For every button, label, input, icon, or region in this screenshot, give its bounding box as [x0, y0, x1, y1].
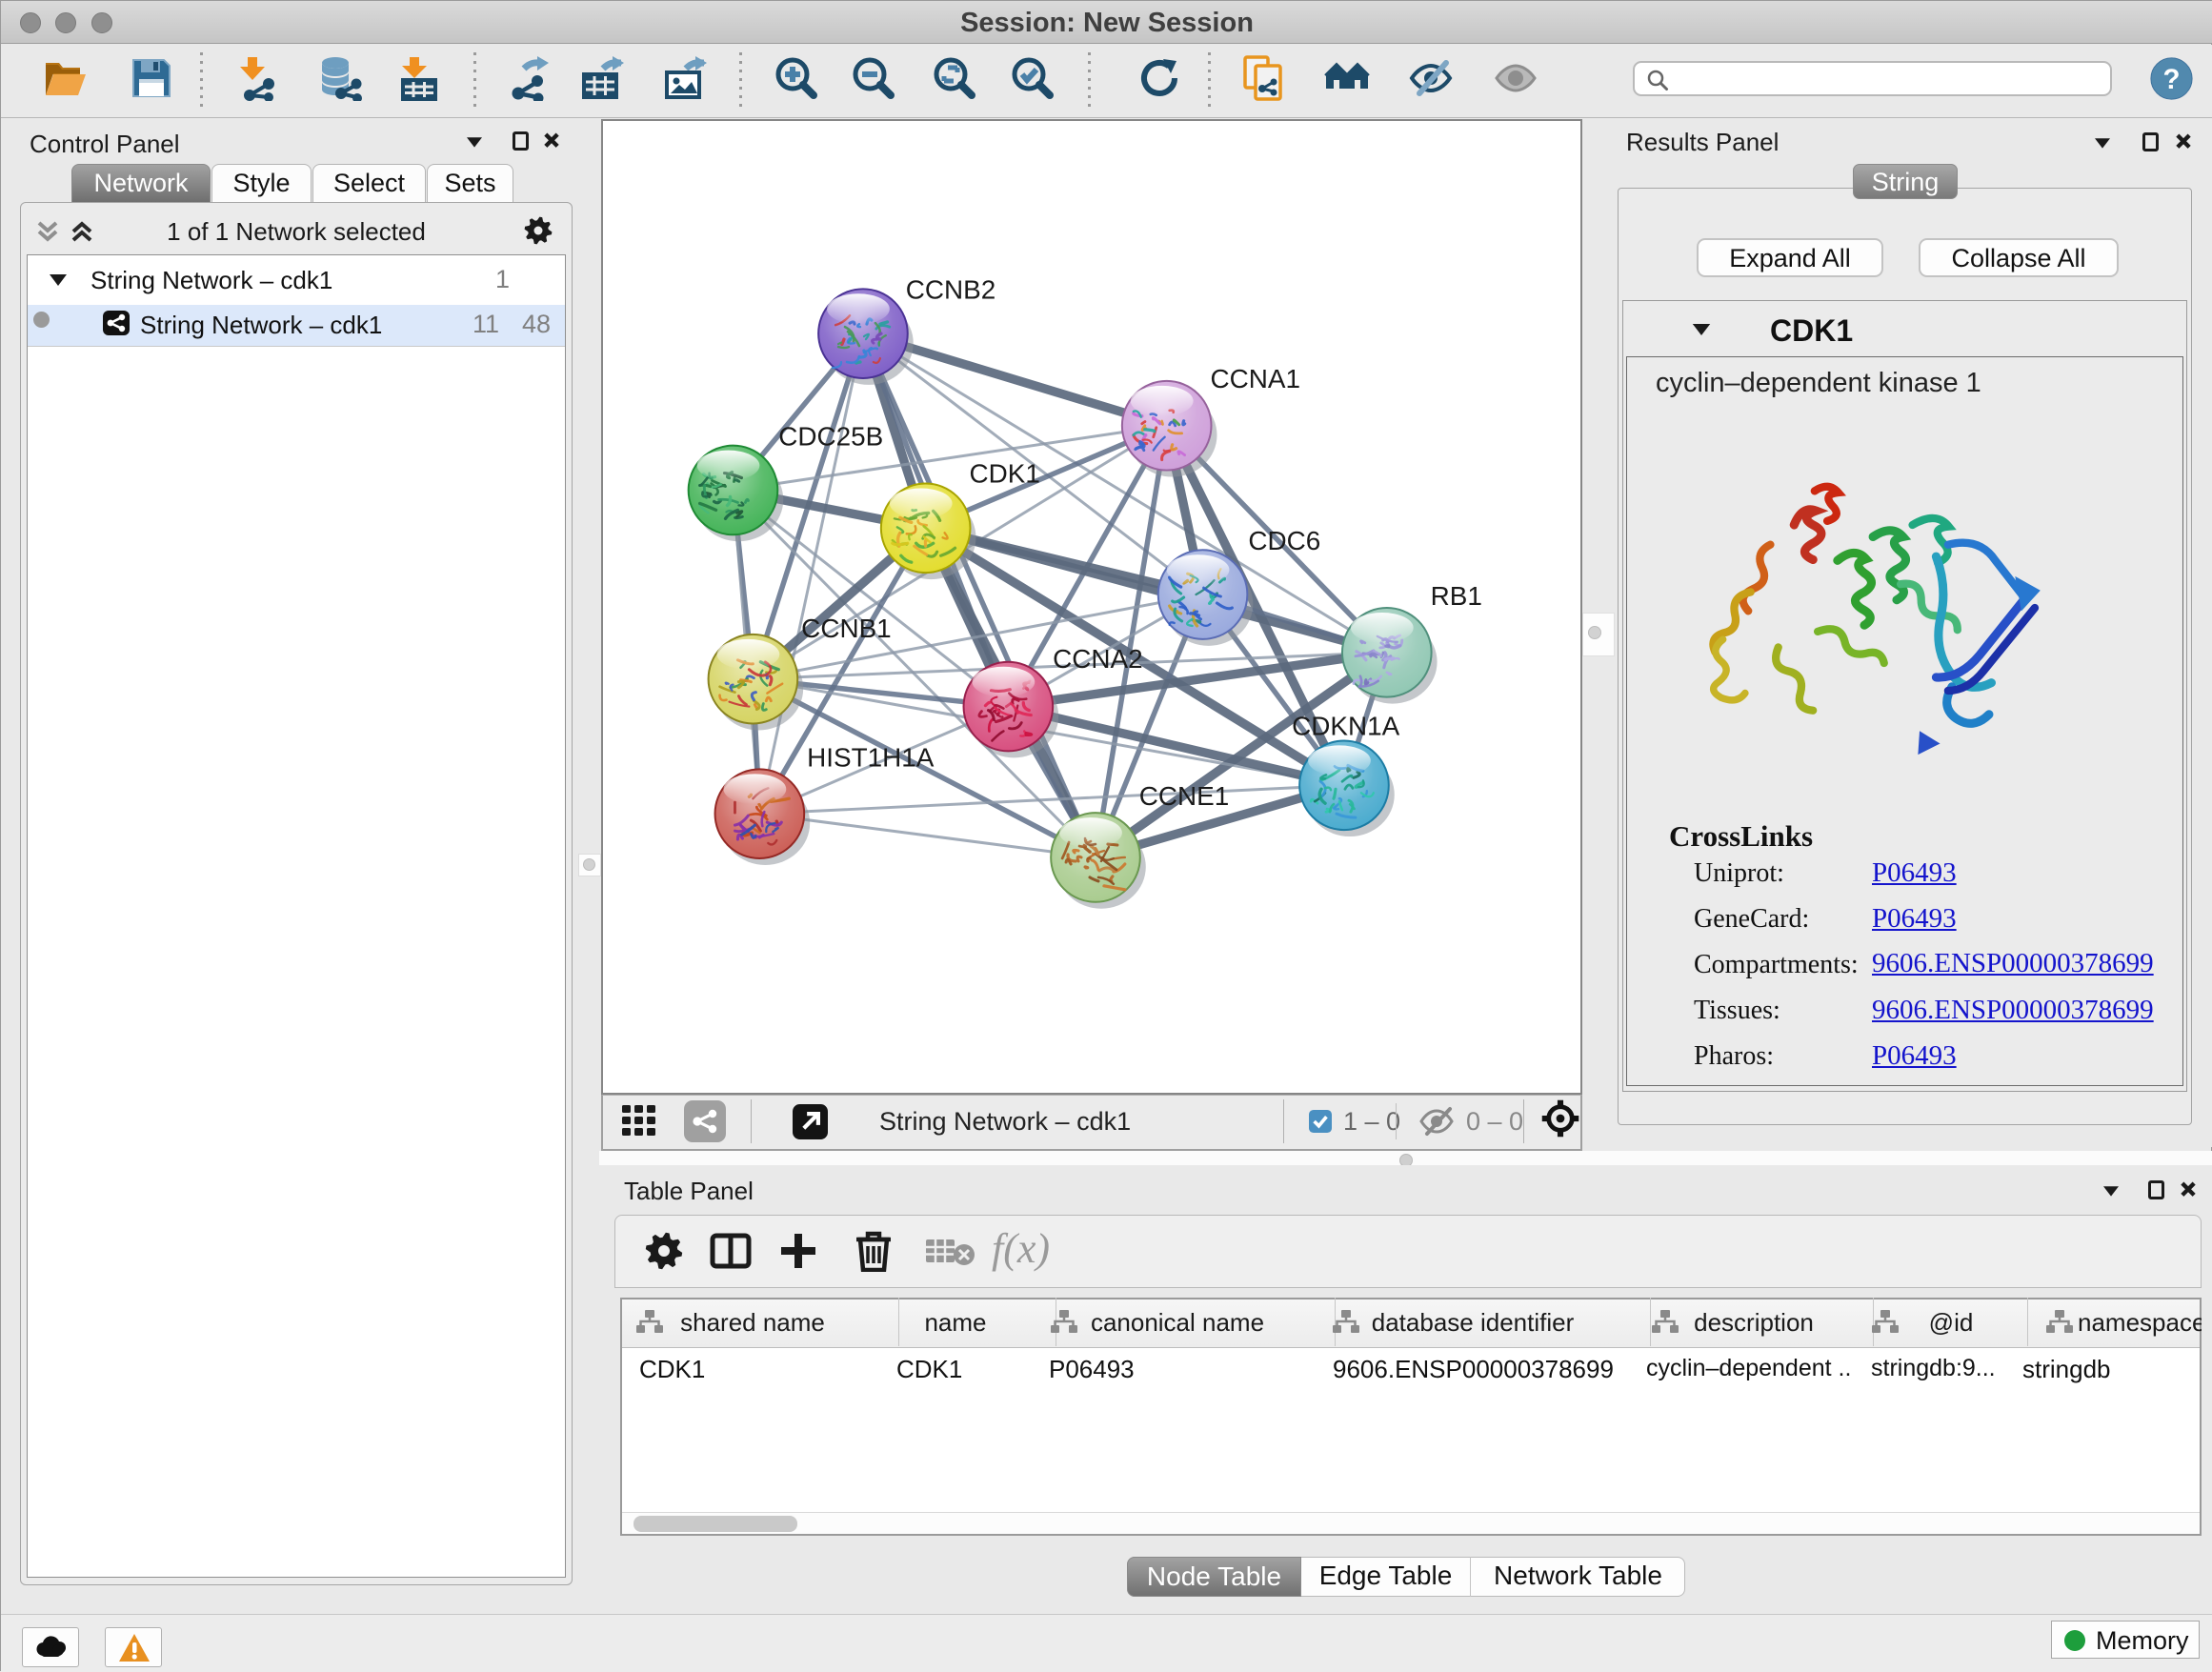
svg-text:CDC25B: CDC25B: [778, 422, 883, 452]
svg-text:CDKN1A: CDKN1A: [1292, 711, 1399, 740]
svg-text:?: ?: [2163, 64, 2181, 95]
svg-text:RB1: RB1: [1431, 581, 1482, 611]
svg-text:CDK1: CDK1: [970, 459, 1040, 489]
svg-text:CCNA2: CCNA2: [1053, 644, 1143, 674]
svg-text:CCNB1: CCNB1: [801, 614, 892, 643]
svg-text:CCNB2: CCNB2: [906, 274, 996, 304]
svg-text:CCNE1: CCNE1: [1139, 781, 1230, 811]
svg-text:HIST1H1A: HIST1H1A: [807, 742, 935, 772]
svg-text:CCNA1: CCNA1: [1211, 364, 1301, 393]
svg-text:CDC6: CDC6: [1248, 526, 1320, 555]
